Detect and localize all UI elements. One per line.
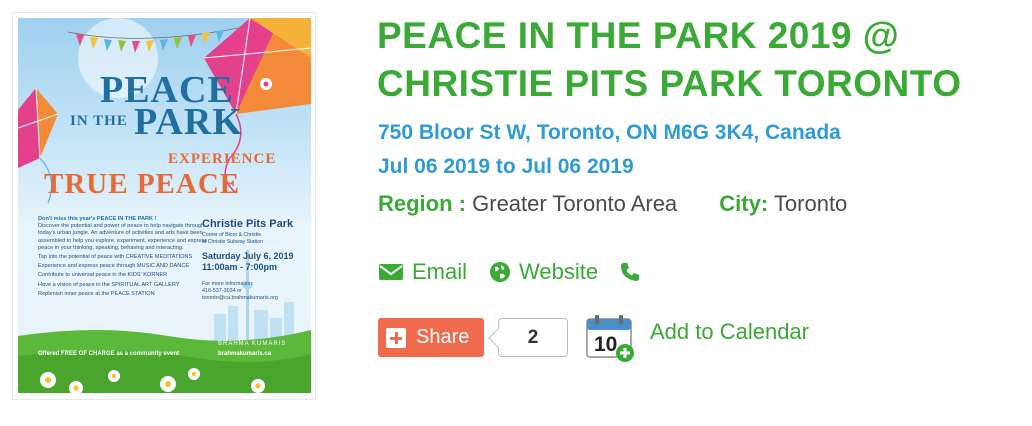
envelope-icon xyxy=(379,264,403,280)
poster-title-park: PARK xyxy=(134,101,243,143)
share-label: Share xyxy=(416,326,470,348)
poster-free-note: Offered FREE OF CHARGE as a community ev… xyxy=(38,351,180,357)
plus-icon xyxy=(386,327,406,348)
poster-location-subway: at Christie Subway Station xyxy=(202,238,263,245)
event-region-city: Region : Greater Toronto Area City: Toro… xyxy=(378,191,847,217)
poster-bullet: Experience and express peace through MUS… xyxy=(38,263,190,270)
poster-org-url: brahmakumaris.ca xyxy=(218,351,272,357)
phone-link[interactable] xyxy=(620,262,648,282)
city-value: Toronto xyxy=(773,191,848,216)
poster-contact-info: For more information: 416-537-3034 or to… xyxy=(202,281,306,302)
poster-true-peace: TRUE PEACE xyxy=(44,168,241,200)
poster-intro-text: Discover the potential and power of peac… xyxy=(38,223,208,251)
poster-date: Saturday July 6, 2019 xyxy=(202,251,294,261)
website-link[interactable]: Website xyxy=(489,259,598,285)
email-link[interactable]: Email xyxy=(378,259,467,285)
share-button[interactable]: Share xyxy=(378,318,484,357)
poster-bullet: Replenish inner peace at the PEACE STATI… xyxy=(38,290,155,297)
region-value: Greater Toronto Area xyxy=(472,191,678,216)
poster-location-detail: Corner of Bloor & Christie at Christie S… xyxy=(202,232,306,245)
region-label: Region : xyxy=(378,191,466,216)
calendar-day: 10 xyxy=(594,333,617,356)
poster-experience: EXPERIENCE xyxy=(168,151,277,167)
email-label: Email xyxy=(412,259,468,284)
poster-phone: 416-537-3034 or xyxy=(202,288,242,294)
poster-location: Christie Pits Park xyxy=(202,218,294,230)
poster-body: Don't miss this year's PEACE IN THE PARK… xyxy=(38,216,214,298)
add-to-calendar-link[interactable]: Add to Calendar xyxy=(650,319,809,345)
event-poster-frame[interactable]: PEACE IN THE PARK EXPERIENCE TRUE PEACE … xyxy=(12,12,316,400)
poster-info-label: For more information: xyxy=(202,281,254,287)
event-title: PEACE IN THE PARK 2019 @ CHRISTIE PITS P… xyxy=(377,15,962,104)
contact-links: Email Website xyxy=(378,259,670,285)
poster-title-in-the: IN THE xyxy=(70,113,128,129)
poster-date-time: Saturday July 6, 2019 11:00am - 7:00pm xyxy=(202,251,306,273)
poster-org-name: BRAHMA KUMARIS xyxy=(218,341,287,347)
city-label: City: xyxy=(719,191,769,216)
share-count: 2 xyxy=(498,318,568,357)
poster-bullet: Have a vision of peace in the SPIRITUAL … xyxy=(38,281,180,288)
poster-bullet: Tap into the potential of peace with CRE… xyxy=(38,254,193,261)
event-poster: PEACE IN THE PARK EXPERIENCE TRUE PEACE … xyxy=(18,18,311,393)
phone-icon xyxy=(621,263,640,281)
poster-time: 11:00am - 7:00pm xyxy=(202,262,278,272)
event-dates: Jul 06 2019 to Jul 06 2019 xyxy=(378,155,634,178)
website-label: Website xyxy=(519,259,599,284)
calendar-icon[interactable]: 10 xyxy=(585,313,637,363)
globe-icon xyxy=(490,262,511,282)
poster-details: Christie Pits Park Corner of Bloor & Chr… xyxy=(202,218,306,302)
poster-email: toronto@ca.brahmakumaris.org xyxy=(202,295,278,301)
event-address[interactable]: 750 Bloor St W, Toronto, ON M6G 3K4, Can… xyxy=(378,121,841,145)
poster-bullet: Contribute to universal peace in the KID… xyxy=(38,272,168,279)
poster-intro-heading: Don't miss this year's PEACE IN THE PARK… xyxy=(38,216,157,222)
share-count-value: 2 xyxy=(527,326,539,348)
